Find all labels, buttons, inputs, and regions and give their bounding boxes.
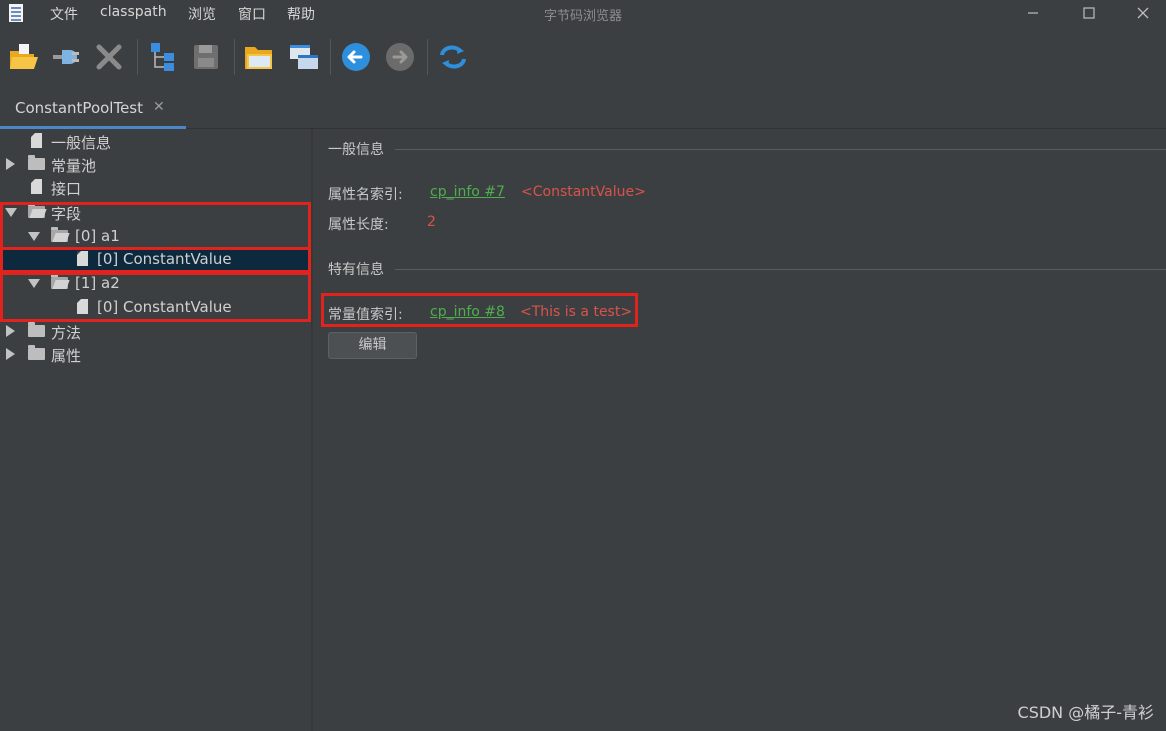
toolbar-separator [330,39,331,75]
tree-item-methods[interactable]: 方法 [0,320,311,343]
toolbar [0,27,1166,87]
tree-item-label: 一般信息 [51,134,112,152]
close-window-icon[interactable] [1120,0,1166,26]
back-arrow-icon[interactable] [339,41,373,73]
edit-button[interactable]: 编辑 [328,332,417,359]
folder-icon [28,322,45,337]
watermark: CSDN @橘子-青衫 [1017,703,1154,722]
folder-icon [28,345,45,360]
folder-icon [28,155,45,170]
expand-arrow-icon[interactable] [6,158,15,170]
highlight-box-fields [0,202,311,250]
section-title-general: 一般信息 [328,142,384,158]
detail-panel: 一般信息 属性名索引: cp_info #7 <ConstantValue> 属… [313,129,1166,731]
toolbar-separator [427,39,428,75]
section-title-specific: 特有信息 [328,262,384,278]
tree-item-interfaces[interactable]: 接口 [0,176,311,199]
tab-bar: ConstantPoolTest ✕ [0,87,1166,129]
tab-label: ConstantPoolTest [15,99,144,117]
attr-name-index-value: <ConstantValue> [521,184,646,200]
toolbar-separator [234,39,235,75]
tree-item-label: 接口 [51,180,82,198]
section-divider [395,149,1166,150]
attr-name-index-link[interactable]: cp_info #7 [430,184,505,200]
window-title: 字节码浏览器 [543,9,622,24]
tree-item-general[interactable]: 一般信息 [0,130,311,153]
forward-arrow-icon[interactable] [383,41,417,73]
menu-classpath[interactable]: classpath [100,4,167,20]
tab-constantpooltest[interactable]: ConstantPoolTest ✕ [0,87,186,129]
refresh-icon[interactable] [436,41,470,73]
class-tree: 一般信息 常量池 接口 字段 [0] a1 [0] ConstantValue … [0,129,311,731]
minimize-icon[interactable] [1010,0,1056,26]
window-file-icon[interactable] [287,41,321,73]
toolbar-separator [137,39,138,75]
expand-arrow-icon[interactable] [6,325,15,337]
close-x-icon[interactable] [93,41,127,73]
tab-close-icon[interactable]: ✕ [153,99,165,115]
tree-structure-icon[interactable] [147,41,181,73]
menu-help[interactable]: 帮助 [287,4,315,24]
highlight-box-const-value [321,293,638,327]
highlight-box-selected [0,247,311,273]
expand-arrow-icon[interactable] [6,348,15,360]
folder-icon[interactable] [243,41,277,73]
maximize-icon[interactable] [1066,0,1112,26]
open-folder-icon[interactable] [7,41,41,73]
attr-length-value: 2 [427,214,436,230]
tree-item-label: 常量池 [51,157,97,175]
tree-item-constant-pool[interactable]: 常量池 [0,153,311,176]
menu-window[interactable]: 窗口 [238,4,266,24]
menu-file[interactable]: 文件 [50,4,78,24]
highlight-box-field-a2 [0,272,311,322]
tree-item-label: 属性 [51,347,82,365]
app-icon [9,4,23,22]
plug-icon[interactable] [49,41,83,73]
tree-item-label: 方法 [51,324,82,342]
attr-name-index-label: 属性名索引: [328,187,403,203]
section-divider [395,269,1166,270]
tree-item-attributes[interactable]: 属性 [0,343,311,366]
title-bar: 文件 classpath 浏览 窗口 帮助 字节码浏览器 [0,0,1166,27]
file-icon [31,133,42,148]
menu-browse[interactable]: 浏览 [188,4,216,24]
file-icon [31,179,42,194]
save-disk-icon[interactable] [190,41,224,73]
attr-length-label: 属性长度: [328,217,389,233]
